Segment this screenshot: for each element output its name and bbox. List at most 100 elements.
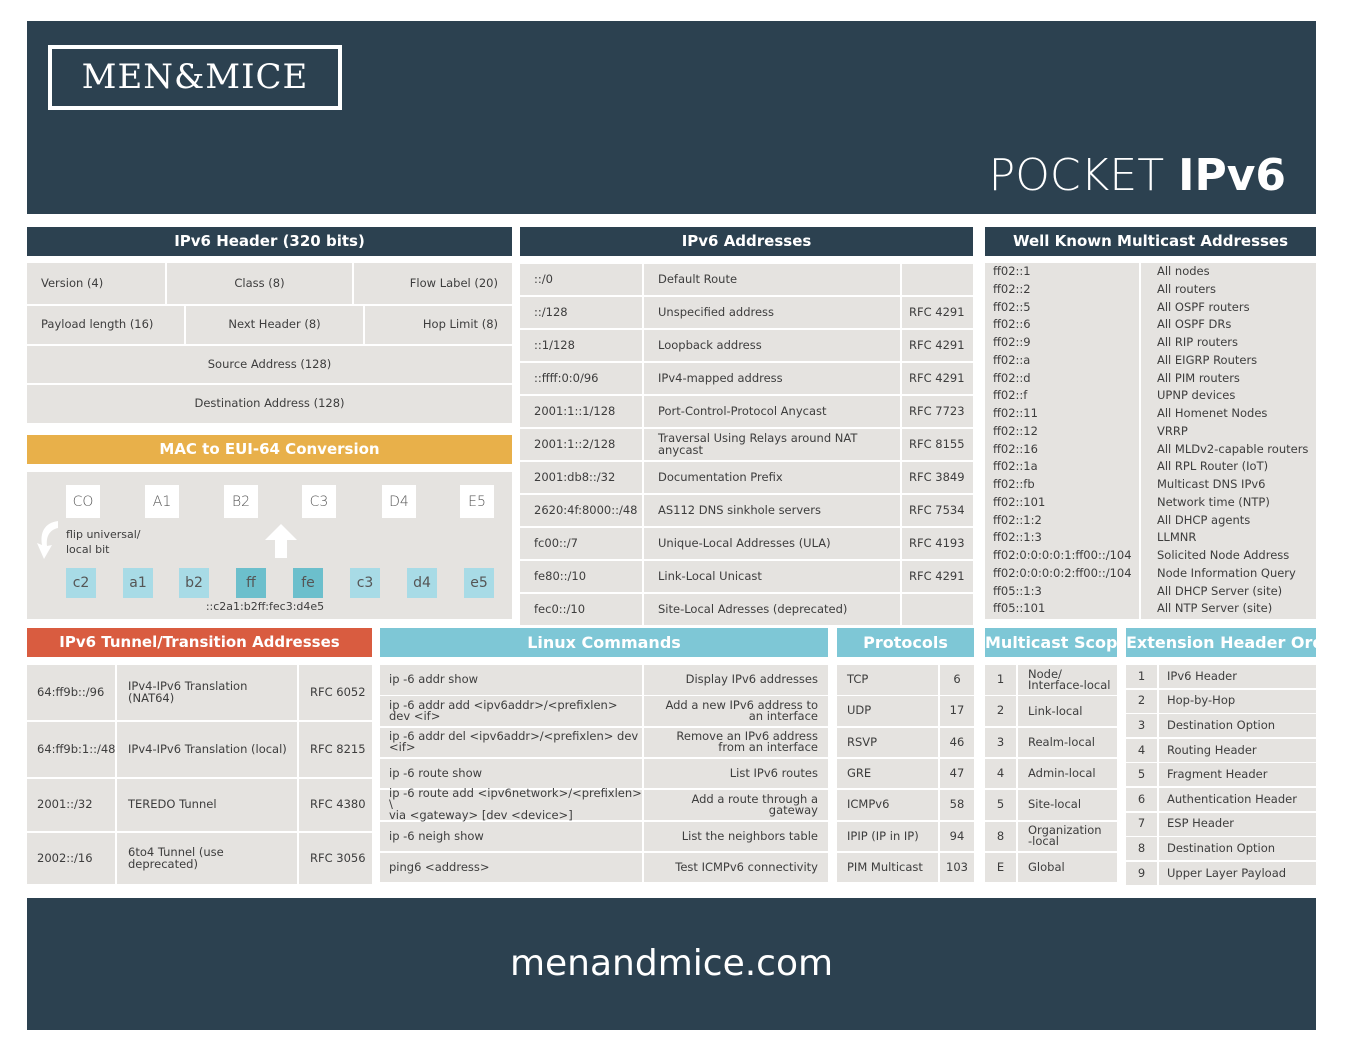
address-prefix: ::/128 [520,297,642,328]
scope-id: 2 [985,696,1016,726]
multicast-description: All Homenet Nodes [1157,406,1268,420]
address-description: Link-Local Unicast [644,561,900,592]
command-text: ip -6 addr add <ipv6addr>/<prefixlen> de… [380,696,642,726]
header-field: Payload length (16) [27,306,184,344]
tunnel-prefix: 2001::/32 [27,779,115,831]
address-description: Default Route [644,264,900,295]
command-description: List the neighbors table [644,821,828,851]
scope-name: Admin-local [1018,758,1117,789]
command-text: ip -6 neigh show [380,821,642,851]
multicast-address: ff02:0:0:0:0:1:ff00::/104 [993,548,1132,562]
address-prefix: 2620:4f:8000::/48 [520,495,642,526]
mac-octet: E5 [460,485,494,518]
scope-name: Link-local [1018,696,1117,726]
multicast-description: All RPL Router (IoT) [1157,459,1269,474]
eui-octet: c2 [66,568,96,598]
mac-octet: D4 [382,485,416,518]
multicast-address: ff02::12 [993,423,1038,438]
tunnel-title: IPv6 Tunnel/Transition Addresses [27,628,372,657]
address-prefix: ::ffff:0:0/96 [520,363,642,394]
multicast-description: All EIGRP Routers [1157,352,1258,367]
command-description: Test ICMPv6 connectivity [644,852,828,883]
ipv6-addresses-title: IPv6 Addresses [520,227,973,256]
ext-header-name: Authentication Header [1159,788,1316,811]
ext-header-number: 4 [1126,738,1157,762]
command-text: ip -6 route add <ipv6network>/<prefixlen… [380,788,642,821]
page-title: POCKET IPv6 [989,150,1286,201]
eui-octet: d4 [407,568,437,598]
scope-name: Site-local [1018,790,1117,820]
command-text: ip -6 addr del <ipv6addr>/<prefixlen> de… [380,727,642,758]
ext-header-number: 1 [1126,665,1157,688]
ext-order-title: Extension Header Order [1126,628,1316,657]
multicast-address: ff02::a [993,352,1031,367]
address-description: Port-Control-Protocol Anycast [644,396,900,427]
multicast-description: Node Information Query [1157,565,1296,580]
protocol-name: GRE [837,758,938,789]
linux-title: Linux Commands [380,628,828,657]
multicast-address: ff02::16 [993,441,1038,456]
scope-name: Global [1018,852,1117,883]
ext-header-number: 9 [1126,861,1157,885]
address-rfc [902,264,973,295]
title-light: POCKET [988,150,1179,201]
title-bold: IPv6 [1178,150,1286,201]
multicast-address: ff02::1:3 [993,530,1042,545]
multicast-description: All OSPF DRs [1157,317,1232,332]
multicast-address: ff05::101 [993,601,1046,616]
address-prefix: 2001:1::1/128 [520,396,642,427]
multicast-address: ff02::5 [993,299,1031,314]
tunnel-rfc: RFC 8215 [299,722,372,777]
mac-octet: CO [66,485,100,518]
eui-result: ::c2a1:b2ff:fec3:d4e5 [205,600,325,613]
address-description: AS112 DNS sinkhole servers [644,495,900,526]
ext-header-number: 7 [1126,812,1157,836]
tunnel-prefix: 64:ff9b:1::/48 [27,722,116,777]
address-prefix: ::1/128 [520,330,642,361]
command-description: Add a route through a gateway [644,790,828,820]
address-description: Unique-Local Addresses (ULA) [644,528,900,559]
protocols-title: Protocols [837,628,974,657]
ext-header-name: Hop-by-Hop [1159,689,1316,713]
tunnel-description: TEREDO Tunnel [117,779,297,831]
multicast-title: Well Known Multicast Addresses [985,227,1316,256]
header-field: Destination Address (128) [27,385,512,423]
logo: MEN&MICE [48,45,342,110]
command-description: Remove an IPv6 address from an interface [644,727,828,758]
command-text: ip -6 addr show [380,665,642,695]
multicast-description: Network time (NTP) [1157,494,1270,509]
tunnel-description: IPv4-IPv6 Translation (local) [117,722,297,777]
ext-header-name: Destination Option [1159,714,1316,738]
command-description: Add a new IPv6 address to an interface [644,696,828,726]
protocol-number: 94 [940,821,974,851]
eui-octet: b2 [179,568,209,598]
header-field: Version (4) [27,263,165,304]
protocol-name: UDP [837,696,938,726]
eui-octet: a1 [123,568,153,598]
multicast-address: ff02::1 [993,264,1031,278]
multicast-address: ff02::6 [993,317,1031,332]
ext-header-name: Routing Header [1159,738,1316,762]
tunnel-description: 6to4 Tunnel (use deprecated) [117,833,297,884]
multicast-description: All OSPF routers [1157,299,1250,314]
footer: menandmice.com [27,898,1316,1030]
address-description: Site-Local Adresses (deprecated) [644,594,900,625]
multicast-address: ff05::1:3 [993,583,1042,598]
footer-url[interactable]: menandmice.com [27,898,1316,1030]
ipv6-header-title: IPv6 Header (320 bits) [27,227,512,256]
scope-id: 1 [985,665,1016,695]
eui-octet: e5 [464,568,494,598]
multicast-address: ff02::101 [993,494,1046,509]
scope-id: 5 [985,790,1016,820]
address-rfc: RFC 4291 [902,363,973,394]
tunnel-rfc: RFC 3056 [299,833,372,884]
tunnel-rfc: RFC 4380 [299,779,372,831]
address-rfc [902,594,973,625]
command-description: Display IPv6 addresses [644,665,828,695]
command-description: List IPv6 routes [644,758,828,789]
scope-id: 4 [985,758,1016,789]
command-text: ping6 <address> [380,852,642,883]
multicast-address: ff02::2 [993,281,1031,296]
address-prefix: 2001:db8::/32 [520,462,642,493]
flip-arrow-icon [37,521,58,559]
